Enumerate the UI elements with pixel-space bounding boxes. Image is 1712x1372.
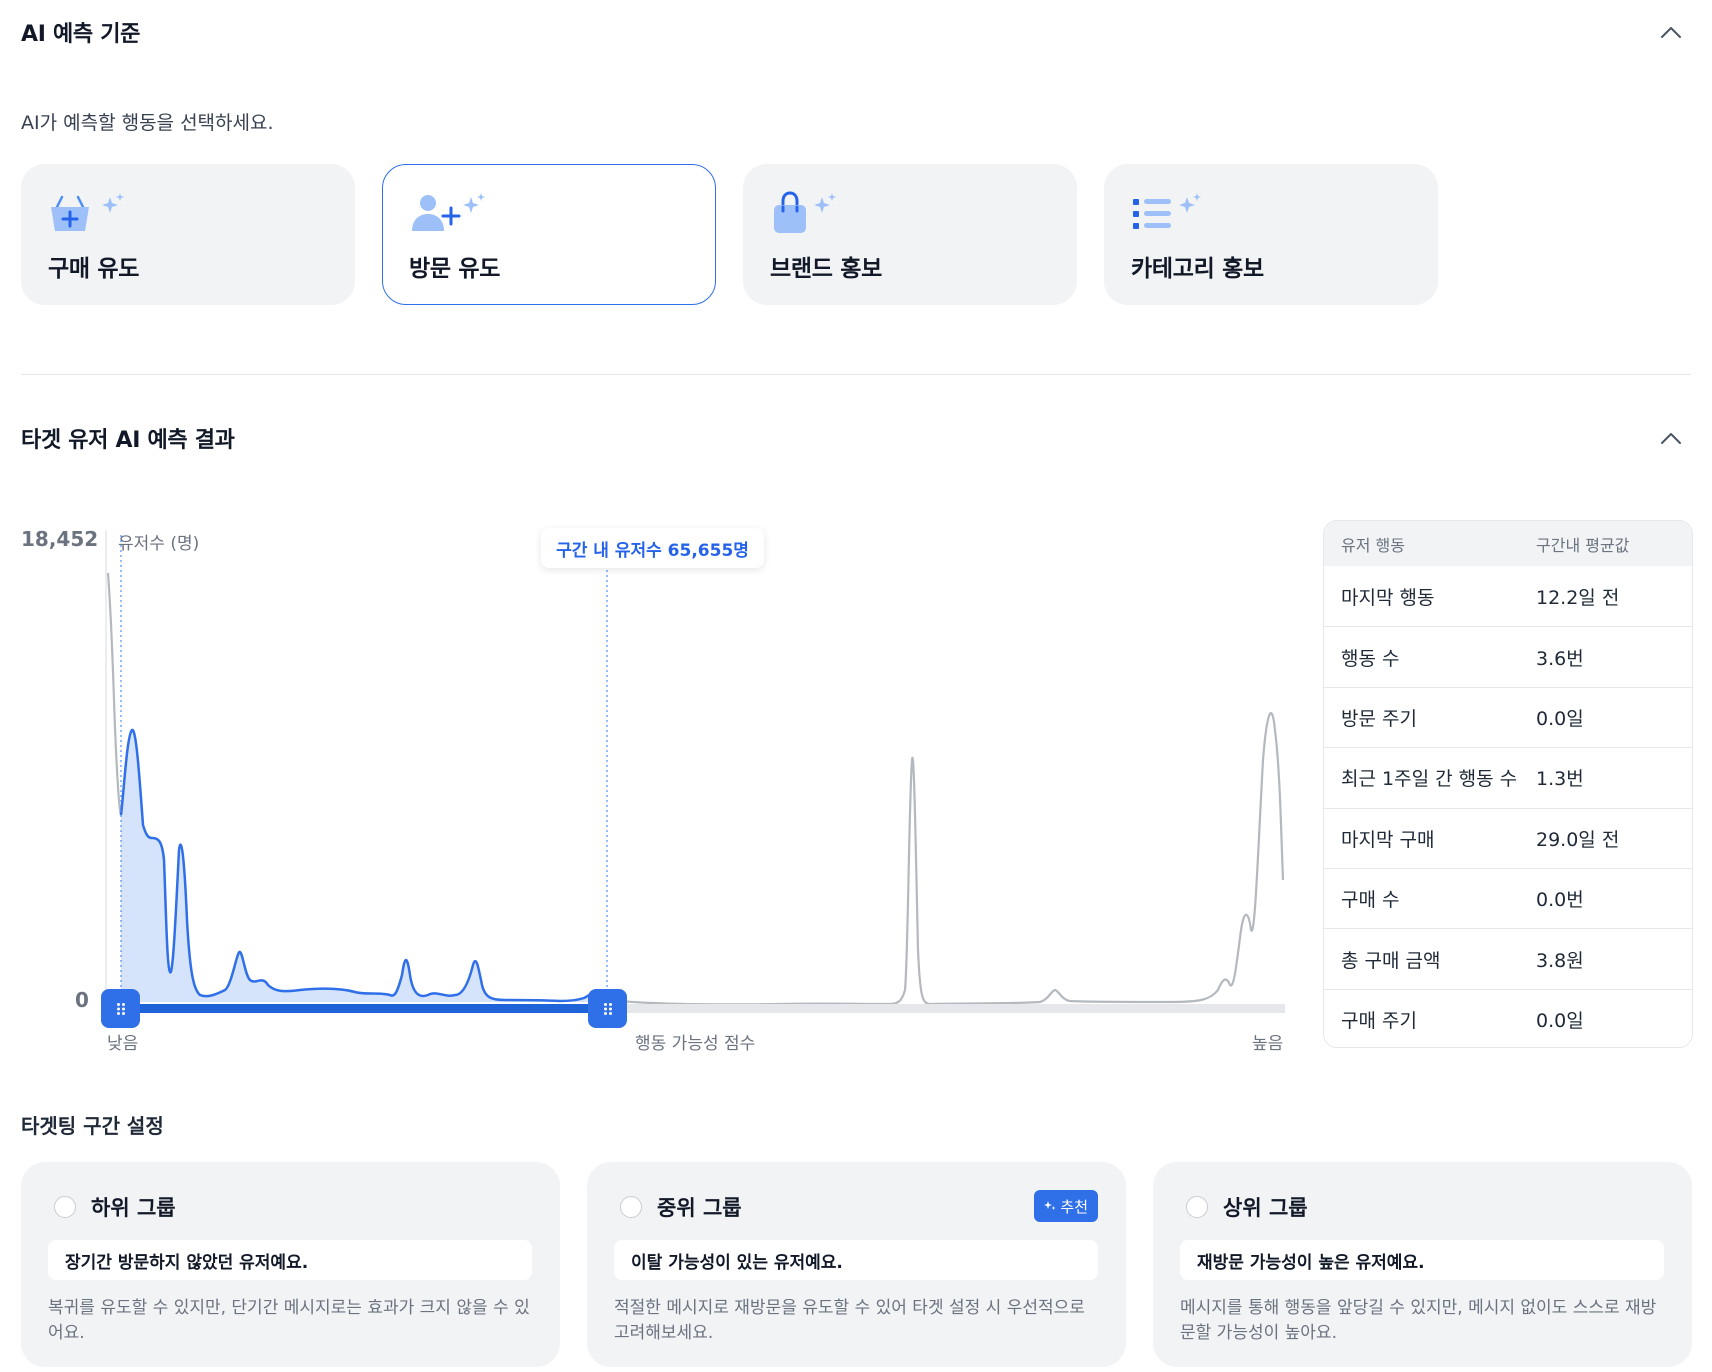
behavior-value: 0.0번 [1536,889,1584,912]
table-header: 유저 행동 구간내 평균값 [1324,521,1692,566]
drag-handle-icon [116,1002,125,1015]
group-description: 복귀를 유도할 수 있지만, 단기간 메시지로는 효과가 크지 않을 수 있어요… [48,1298,530,1343]
table-row: 구매 수 0.0번 [1324,867,1692,928]
range-selected-track [121,1004,607,1013]
behavior-value: 0.0일 [1536,1009,1584,1032]
behavior-label: 구매 수 [1341,889,1400,912]
table-row: 마지막 구매 29.0일 전 [1324,807,1692,868]
group-summary: 재방문 가능성이 높은 유저예요. [1180,1240,1664,1280]
drag-handle-icon [603,1002,612,1015]
collapse-results-button[interactable] [1651,418,1691,458]
group-description: 메시지를 통해 행동을 앞당길 수 있지만, 메시지 없이도 스스로 재방문할 … [1180,1298,1657,1343]
range-handle-start[interactable] [101,989,140,1028]
behavior-value: 29.0일 전 [1536,828,1620,851]
group-summary: 장기간 방문하지 않았던 유저예요. [48,1240,532,1280]
range-handle-end[interactable] [588,989,627,1028]
selected-series-line [119,728,608,1003]
table-row: 총 구매 금액 3.8원 [1324,928,1692,988]
behavior-value: 3.8원 [1536,949,1584,972]
group-description: 적절한 메시지로 재방문을 유도할 수 있어 타겟 설정 시 우선적으로 고려해… [614,1298,1085,1343]
column-header: 유저 행동 [1341,535,1405,555]
group-name: 하위 그룹 [91,1196,176,1220]
targeting-title: 타겟팅 구간 설정 [21,1114,164,1138]
group-name: 중위 그룹 [657,1196,742,1220]
behavior-label: 최근 1주일 간 행동 수 [1341,768,1518,791]
group-radio[interactable] [54,1196,76,1218]
behavior-value: 1.3번 [1536,768,1584,791]
x-axis-low-label: 낮음 [107,1034,139,1054]
targeting-groups: 하위 그룹 장기간 방문하지 않았던 유저예요. 복귀를 유도할 수 있지만, … [21,1162,1692,1367]
group-mid[interactable]: 중위 그룹 추천 이탈 가능성이 있는 유저예요. 적절한 메시지로 재방문을 … [587,1162,1126,1367]
behavior-value: 3.6번 [1536,647,1584,670]
badge-label: 추천 [1060,1197,1088,1216]
table-row: 구매 주기 0.0일 [1324,988,1692,1047]
x-axis-high-label: 높음 [1252,1034,1284,1054]
selected-area-fill [121,729,607,1002]
table-row: 최근 1주일 간 행동 수 1.3번 [1324,747,1692,807]
x-axis-title: 행동 가능성 점수 [635,1034,756,1054]
group-name: 상위 그룹 [1223,1196,1308,1220]
recommend-badge: 추천 [1034,1190,1098,1222]
table-row: 행동 수 3.6번 [1324,626,1692,686]
table-row: 마지막 행동 12.2일 전 [1324,566,1692,626]
behavior-value: 12.2일 전 [1536,586,1620,609]
chevron-up-icon [1661,433,1681,444]
group-radio[interactable] [620,1196,642,1218]
unselected-series-line [106,572,1285,1006]
table-row: 방문 주기 0.0일 [1324,686,1692,747]
sparkle-icon [1044,1201,1056,1210]
range-tooltip: 구간 내 유저수 65,655명 [541,528,764,568]
group-low[interactable]: 하위 그룹 장기간 방문하지 않았던 유저예요. 복귀를 유도할 수 있지만, … [21,1162,560,1367]
behavior-label: 구매 주기 [1341,1009,1417,1032]
user-behavior-table: 유저 행동 구간내 평균값 마지막 행동 12.2일 전 행동 수 3.6번 방… [1323,520,1693,1048]
collapse-criteria-button[interactable] [1651,12,1691,52]
group-radio[interactable] [1186,1196,1208,1218]
column-header: 구간내 평균값 [1536,535,1630,555]
group-high[interactable]: 상위 그룹 재방문 가능성이 높은 유저예요. 메시지를 통해 행동을 앞당길 … [1153,1162,1692,1367]
behavior-value: 0.0일 [1536,707,1584,730]
behavior-label: 총 구매 금액 [1341,949,1441,972]
behavior-label: 행동 수 [1341,647,1400,670]
behavior-label: 방문 주기 [1341,707,1417,730]
behavior-label: 마지막 행동 [1341,586,1435,609]
behavior-label: 마지막 구매 [1341,828,1435,851]
group-summary: 이탈 가능성이 있는 유저예요. [614,1240,1098,1280]
chevron-up-icon [1661,27,1681,38]
